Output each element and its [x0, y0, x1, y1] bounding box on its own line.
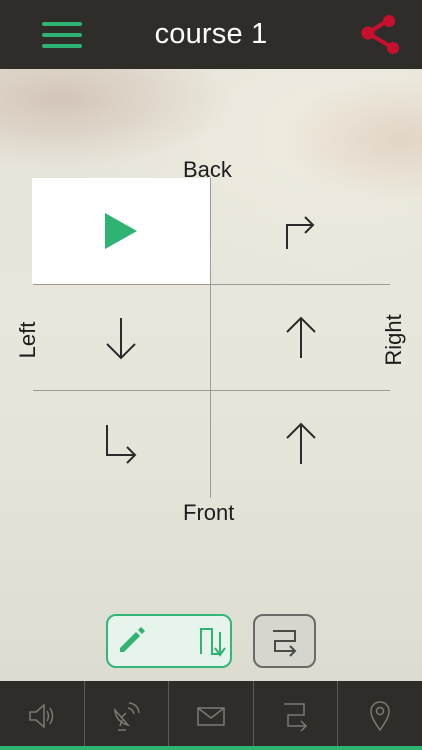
grid-cell-middle-left[interactable]: [32, 285, 210, 390]
grid-cell-middle-right[interactable]: [211, 285, 390, 390]
messages-tab[interactable]: [169, 681, 254, 750]
grid-cell-top-right[interactable]: [211, 178, 390, 284]
speaker-icon: [29, 702, 54, 729]
sound-tab[interactable]: [0, 681, 85, 750]
menu-button[interactable]: [42, 22, 82, 48]
satellite-dish-icon: [114, 701, 141, 731]
front-label: Front: [183, 500, 235, 525]
hamburger-menu-icon: [42, 22, 82, 26]
route-icon: [273, 630, 297, 657]
route-icon: [283, 702, 307, 732]
turn-right-arrow-icon: [285, 216, 314, 249]
arrow-down-icon: [106, 317, 136, 359]
share-icon: [361, 15, 399, 54]
location-tab[interactable]: [338, 681, 422, 750]
share-button[interactable]: [360, 15, 400, 55]
play-icon: [105, 213, 137, 249]
grid-cell-bottom-left[interactable]: [32, 391, 210, 497]
course-tab[interactable]: [254, 681, 339, 750]
header-bar: course 1: [0, 0, 422, 69]
active-tab-indicator: [0, 746, 422, 750]
arrow-up-icon: [285, 316, 316, 358]
grid-cell-top-left[interactable]: [32, 178, 210, 284]
pencil-icon: [120, 627, 145, 652]
bottom-toolbar: [0, 681, 422, 750]
hamburger-menu-icon-line: [42, 33, 82, 37]
down-then-right-arrow-icon: [106, 425, 137, 464]
page-title: course 1: [154, 18, 268, 50]
route-mode-button[interactable]: [253, 614, 316, 668]
edit-mode-button[interactable]: [106, 614, 232, 668]
arrow-up-icon: [285, 422, 316, 464]
mail-icon: [197, 706, 225, 726]
grid-cell-bottom-right[interactable]: [211, 391, 390, 497]
hamburger-menu-icon-line: [42, 44, 82, 48]
location-pin-icon: [370, 700, 390, 731]
remote-tab[interactable]: [85, 681, 170, 750]
path-down-icon: [200, 628, 226, 657]
